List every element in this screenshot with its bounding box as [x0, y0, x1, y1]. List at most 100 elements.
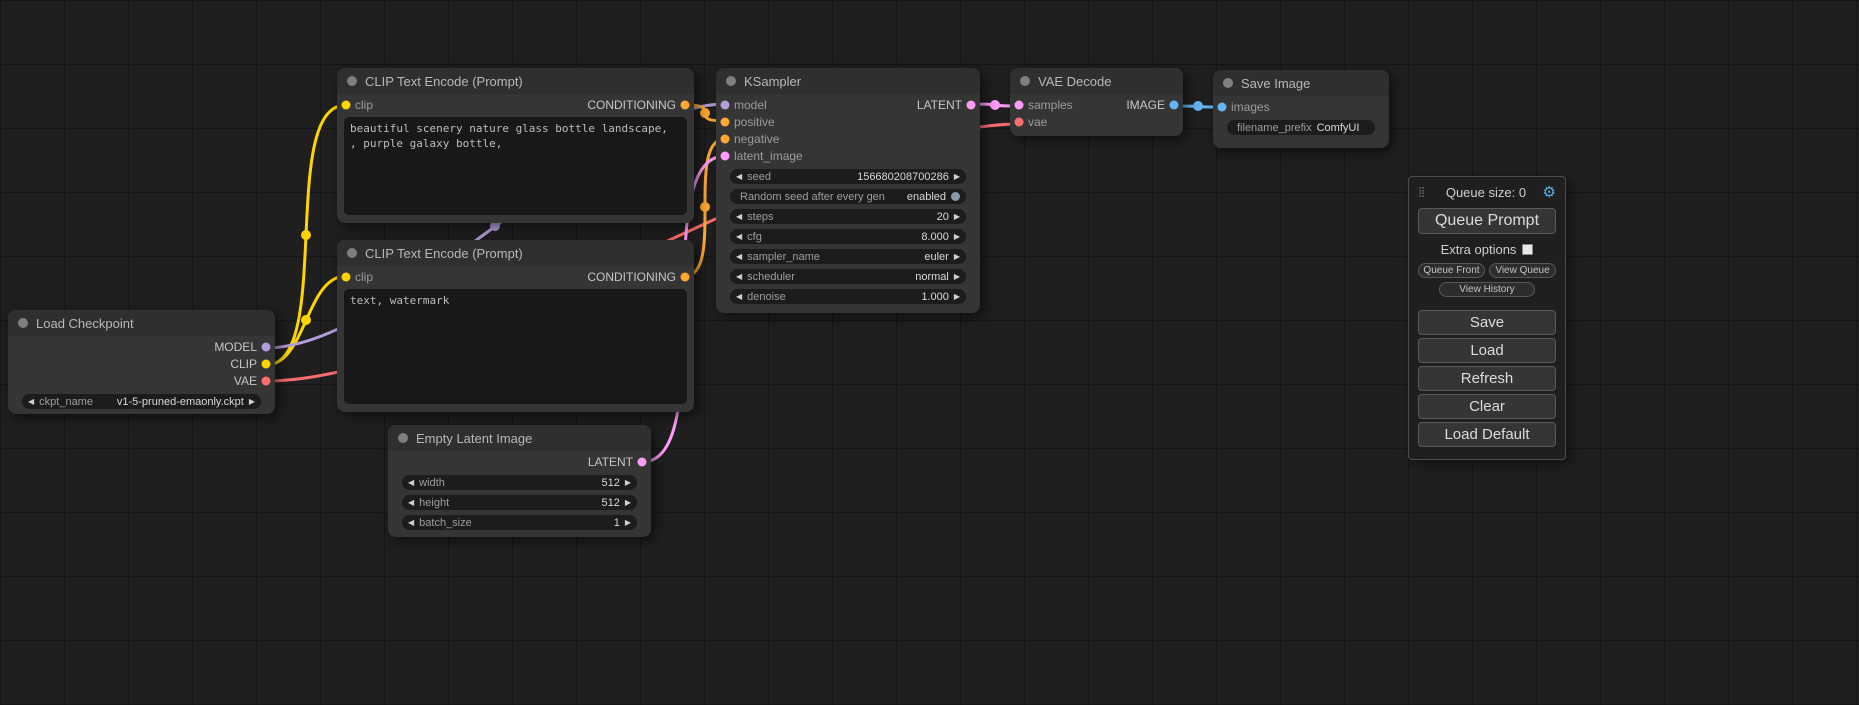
node-title-bar[interactable]: CLIP Text Encode (Prompt)	[337, 68, 694, 94]
node-title-bar[interactable]: CLIP Text Encode (Prompt)	[337, 240, 694, 266]
increment-arrow-icon[interactable]: ▶	[249, 398, 255, 406]
load-default-button[interactable]: Load Default	[1418, 422, 1556, 447]
save-button[interactable]: Save	[1418, 310, 1556, 335]
node-title-bar[interactable]: KSampler	[716, 68, 980, 94]
increment-arrow-icon[interactable]: ▶	[954, 213, 960, 221]
increment-arrow-icon[interactable]: ▶	[954, 233, 960, 241]
increment-arrow-icon[interactable]: ▶	[625, 519, 631, 527]
widget-steps[interactable]: ◀ steps 20 ▶	[730, 209, 966, 224]
clip-input-dot[interactable]	[341, 100, 351, 110]
drag-handle-icon[interactable]: ⣿	[1418, 187, 1425, 198]
node-graph-canvas[interactable]: Load Checkpoint MODEL CLIP VAE ◀ ckpt_na…	[0, 0, 1859, 705]
widget-value[interactable]: 1	[614, 517, 620, 529]
collapse-dot[interactable]	[398, 433, 408, 443]
node-title-bar[interactable]: Empty Latent Image	[388, 425, 651, 451]
negative-input-dot[interactable]	[720, 134, 730, 144]
decrement-arrow-icon[interactable]: ◀	[736, 253, 742, 261]
increment-arrow-icon[interactable]: ▶	[954, 273, 960, 281]
view-history-button[interactable]: View History	[1439, 282, 1535, 297]
node-title-bar[interactable]: VAE Decode	[1010, 68, 1183, 94]
widget-value[interactable]: 512	[601, 477, 619, 489]
collapse-dot[interactable]	[347, 76, 357, 86]
node-clip-text-encode-positive[interactable]: CLIP Text Encode (Prompt) clip CONDITION…	[337, 68, 694, 223]
widget-sampler-name[interactable]: ◀ sampler_name euler ▶	[730, 249, 966, 264]
decrement-arrow-icon[interactable]: ◀	[408, 499, 414, 507]
widget-seed[interactable]: ◀ seed 156680208700286 ▶	[730, 169, 966, 184]
collapse-dot[interactable]	[1223, 78, 1233, 88]
link-midpoint-dot[interactable]	[700, 202, 710, 212]
node-load-checkpoint[interactable]: Load Checkpoint MODEL CLIP VAE ◀ ckpt_na…	[8, 310, 275, 414]
node-save-image[interactable]: Save Image images filename_prefix ComfyU…	[1213, 70, 1389, 148]
node-clip-text-encode-negative[interactable]: CLIP Text Encode (Prompt) clip CONDITION…	[337, 240, 694, 412]
collapse-dot[interactable]	[1020, 76, 1030, 86]
conditioning-output-dot[interactable]	[680, 100, 690, 110]
positive-input-dot[interactable]	[720, 117, 730, 127]
node-title-bar[interactable]: Save Image	[1213, 70, 1389, 96]
decrement-arrow-icon[interactable]: ◀	[736, 213, 742, 221]
widget-value[interactable]: 8.000	[921, 231, 949, 243]
decrement-arrow-icon[interactable]: ◀	[736, 233, 742, 241]
images-input-dot[interactable]	[1217, 102, 1227, 112]
clear-button[interactable]: Clear	[1418, 394, 1556, 419]
link-midpoint-dot[interactable]	[301, 315, 311, 325]
decrement-arrow-icon[interactable]: ◀	[408, 519, 414, 527]
model-output-dot[interactable]	[261, 342, 271, 352]
widget-value[interactable]: normal	[915, 271, 949, 283]
link-midpoint-dot[interactable]	[990, 100, 1000, 110]
widget-value[interactable]: 512	[601, 497, 619, 509]
clip-input-dot[interactable]	[341, 272, 351, 282]
node-vae-decode[interactable]: VAE Decode samples vae IMAGE	[1010, 68, 1183, 136]
settings-gear-icon[interactable]: ⚙	[1543, 183, 1556, 201]
widget-value[interactable]: ComfyUI	[1317, 122, 1360, 134]
link-midpoint-dot[interactable]	[301, 230, 311, 240]
widget-height[interactable]: ◀ height 512 ▶	[402, 495, 637, 510]
decrement-arrow-icon[interactable]: ◀	[28, 398, 34, 406]
increment-arrow-icon[interactable]: ▶	[954, 253, 960, 261]
negative-prompt-textarea[interactable]: text, watermark	[344, 289, 687, 404]
node-ksampler[interactable]: KSampler model positive negative latent_…	[716, 68, 980, 313]
decrement-arrow-icon[interactable]: ◀	[736, 293, 742, 301]
link-midpoint-dot[interactable]	[700, 108, 710, 118]
widget-filename-prefix[interactable]: filename_prefix ComfyUI	[1227, 120, 1375, 135]
increment-arrow-icon[interactable]: ▶	[954, 173, 960, 181]
refresh-button[interactable]: Refresh	[1418, 366, 1556, 391]
widget-denoise[interactable]: ◀ denoise 1.000 ▶	[730, 289, 966, 304]
conditioning-output-dot[interactable]	[680, 272, 690, 282]
node-title-bar[interactable]: Load Checkpoint	[8, 310, 275, 336]
latent-image-input-dot[interactable]	[720, 151, 730, 161]
decrement-arrow-icon[interactable]: ◀	[736, 173, 742, 181]
widget-scheduler[interactable]: ◀ scheduler normal ▶	[730, 269, 966, 284]
link-midpoint-dot[interactable]	[1193, 101, 1203, 111]
clip-output-dot[interactable]	[261, 359, 271, 369]
image-output-dot[interactable]	[1169, 100, 1179, 110]
increment-arrow-icon[interactable]: ▶	[954, 293, 960, 301]
vae-output-dot[interactable]	[261, 376, 271, 386]
widget-ckpt-name[interactable]: ◀ ckpt_name v1-5-pruned-emaonly.ckpt ▶	[22, 394, 261, 409]
collapse-dot[interactable]	[726, 76, 736, 86]
widget-value[interactable]: 1.000	[921, 291, 949, 303]
widget-value[interactable]: 20	[937, 211, 949, 223]
node-empty-latent-image[interactable]: Empty Latent Image LATENT ◀ width 512 ▶ …	[388, 425, 651, 537]
widget-value[interactable]: 156680208700286	[857, 171, 949, 183]
widget-value[interactable]: v1-5-pruned-emaonly.ckpt	[117, 396, 244, 408]
increment-arrow-icon[interactable]: ▶	[625, 499, 631, 507]
widget-value[interactable]: euler	[924, 251, 948, 263]
toggle-knob[interactable]	[951, 192, 960, 201]
widget-value[interactable]: enabled	[907, 191, 946, 203]
widget-width[interactable]: ◀ width 512 ▶	[402, 475, 637, 490]
latent-output-dot[interactable]	[966, 100, 976, 110]
latent-output-dot[interactable]	[637, 457, 647, 467]
collapse-dot[interactable]	[18, 318, 28, 328]
increment-arrow-icon[interactable]: ▶	[625, 479, 631, 487]
load-button[interactable]: Load	[1418, 338, 1556, 363]
positive-prompt-textarea[interactable]: beautiful scenery nature glass bottle la…	[344, 117, 687, 215]
queue-front-button[interactable]: Queue Front	[1418, 263, 1485, 278]
decrement-arrow-icon[interactable]: ◀	[408, 479, 414, 487]
view-queue-button[interactable]: View Queue	[1489, 263, 1556, 278]
queue-prompt-button[interactable]: Queue Prompt	[1418, 208, 1556, 234]
widget-random-seed-toggle[interactable]: Random seed after every gen enabled	[730, 189, 966, 204]
decrement-arrow-icon[interactable]: ◀	[736, 273, 742, 281]
vae-input-dot[interactable]	[1014, 117, 1024, 127]
extra-options-checkbox[interactable]	[1522, 244, 1533, 255]
widget-cfg[interactable]: ◀ cfg 8.000 ▶	[730, 229, 966, 244]
